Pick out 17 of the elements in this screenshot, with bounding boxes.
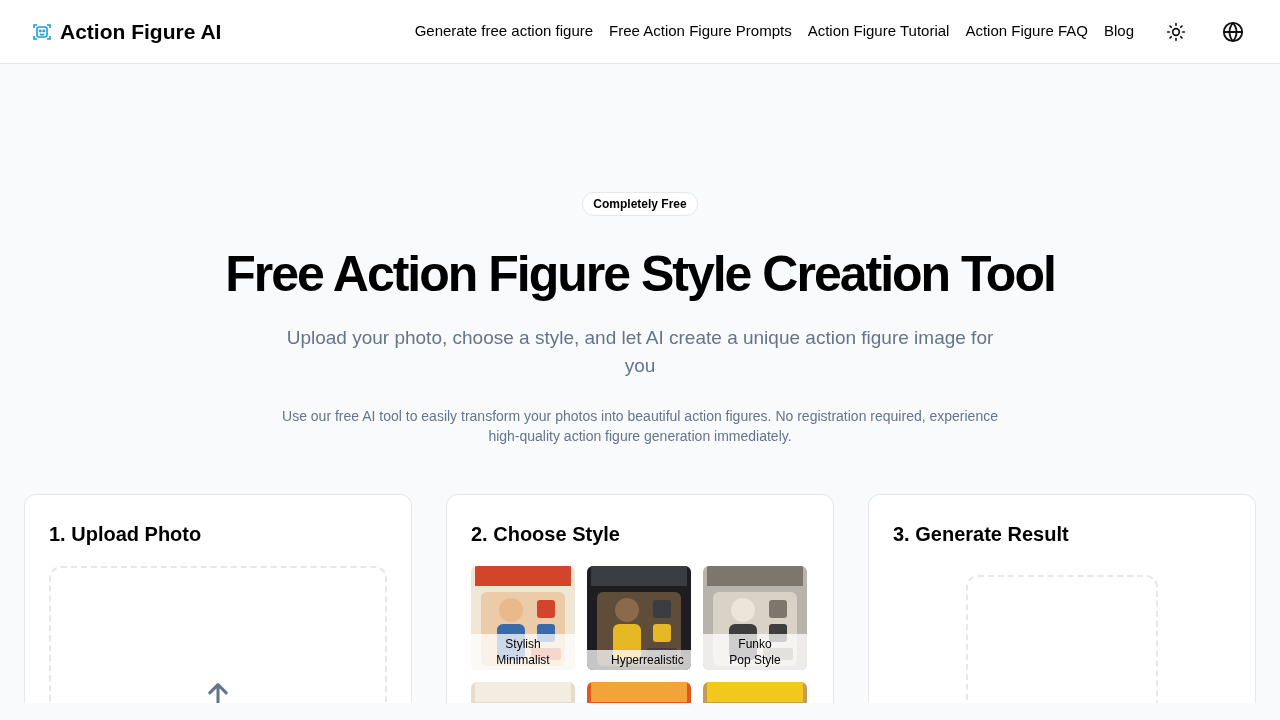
hero-subtitle: Upload your photo, choose a style, and let AI create a unique action figure image for you — [285, 326, 995, 378]
step-title: 1. Upload Photo — [49, 522, 203, 547]
nav-link[interactable]: Blog — [1103, 20, 1134, 43]
style-label: Funko Pop Style — [703, 634, 807, 670]
step-title: 2. Choose Style — [471, 522, 621, 547]
hero-description: Use our free AI tool to easily transform your photos into beautiful action figures. No registration required, experience high-quality action figure generation immediately. — [281, 407, 999, 446]
hero-title: Free Action Figure Style Creation Tool — [225, 245, 1055, 304]
style-label: Hyperrealistic — [587, 650, 691, 670]
nav-link[interactable]: Free Action Figure Prompts — [609, 20, 792, 43]
brand-name[interactable]: Action Figure AI — [60, 15, 222, 48]
nav-link[interactable]: Generate free action figure — [414, 20, 594, 43]
step-title: 3. Generate Result — [893, 522, 1070, 547]
style-label: Stylish Minimalist — [471, 634, 575, 670]
nav-link[interactable]: Action Figure FAQ — [965, 20, 1088, 43]
logo-icon — [32, 21, 52, 42]
free-badge: Completely Free — [582, 192, 698, 216]
nav-link[interactable]: Action Figure Tutorial — [807, 20, 950, 43]
